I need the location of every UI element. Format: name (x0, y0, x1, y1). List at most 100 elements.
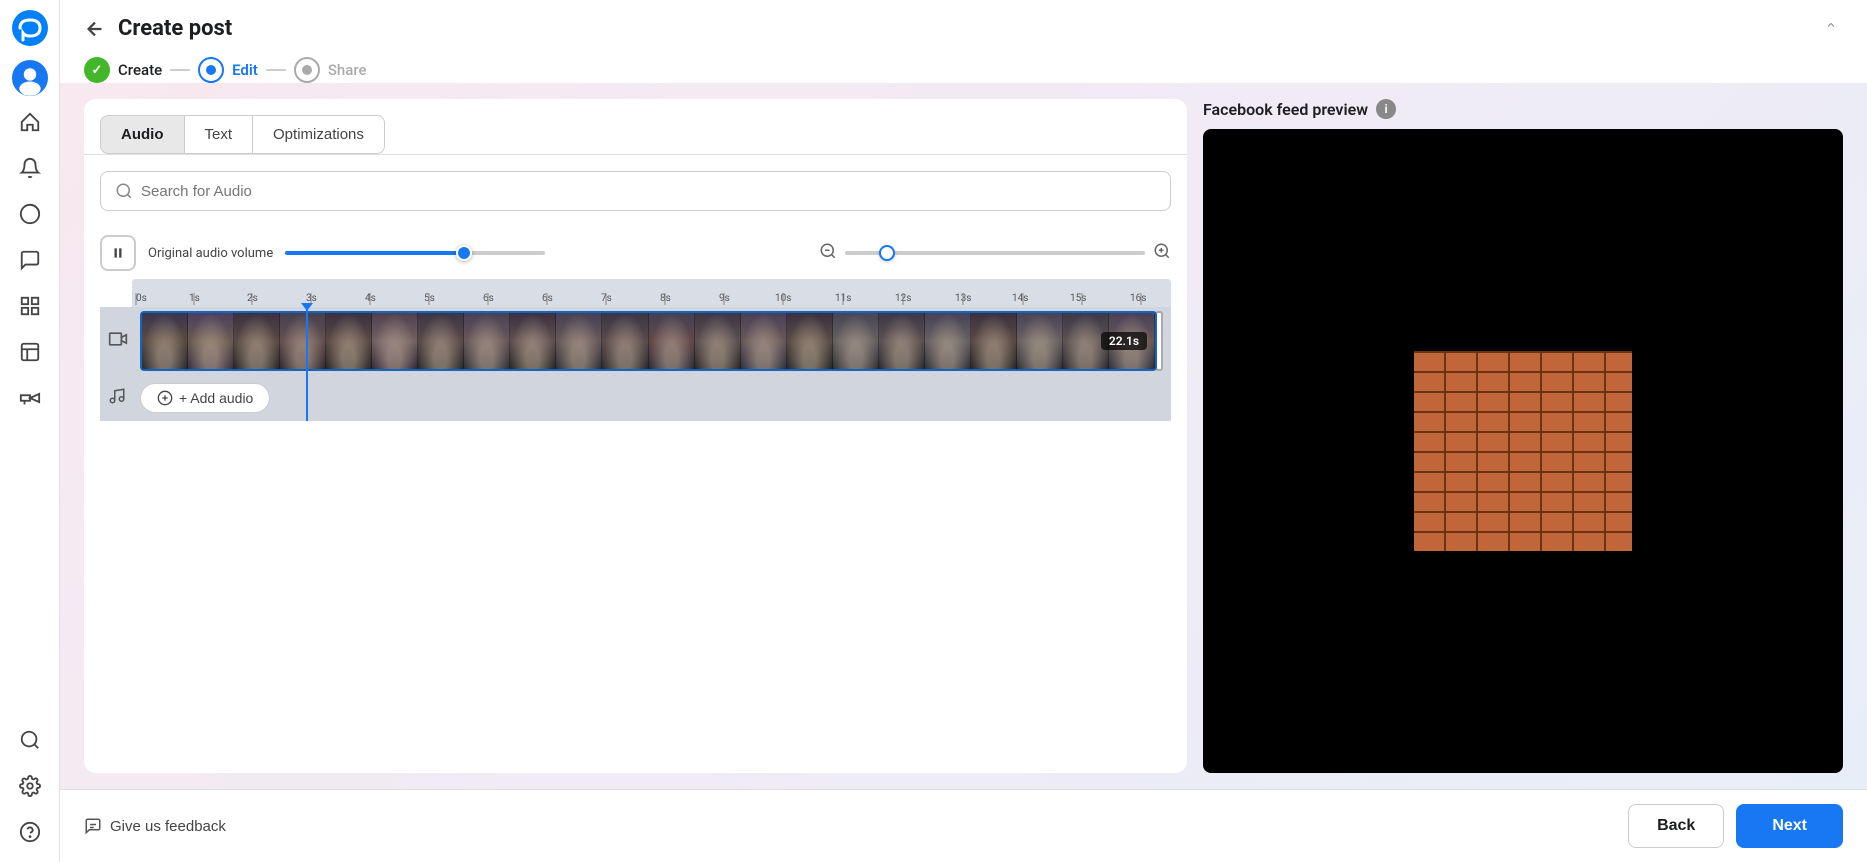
tab-optimizations[interactable]: Optimizations (253, 115, 385, 154)
next-button[interactable]: Next (1736, 804, 1843, 848)
video-frame (879, 313, 925, 369)
playhead-arrow (301, 303, 313, 311)
volume-slider-container (285, 251, 545, 255)
preview-black-left (1203, 351, 1414, 551)
steps-indicator: ✓ Create Edit Share (84, 57, 1843, 83)
zoom-slider[interactable] (845, 251, 1145, 255)
step-share[interactable]: Share (294, 57, 367, 83)
video-frame (602, 313, 648, 369)
tab-audio[interactable]: Audio (100, 115, 185, 154)
video-frame (188, 313, 234, 369)
sidebar-item-ads[interactable] (10, 332, 50, 372)
preview-video-inner (1203, 351, 1843, 551)
video-frame (695, 313, 741, 369)
video-frame (464, 313, 510, 369)
video-frame (280, 313, 326, 369)
preview-panel: Facebook feed preview i (1203, 99, 1843, 773)
step-edit-label: Edit (232, 61, 258, 79)
timeline-ruler: 0s 1s 2s 3s 4s 5s 6s (132, 279, 1171, 307)
video-frame (326, 313, 372, 369)
frame-strip (142, 313, 1155, 369)
page-title: Create post (118, 16, 232, 41)
search-input[interactable] (141, 183, 1156, 200)
step-share-label: Share (328, 61, 367, 79)
step-share-icon (294, 57, 320, 83)
volume-slider[interactable] (285, 251, 545, 255)
timeline-container: 0s 1s 2s 3s 4s 5s 6s (84, 279, 1187, 421)
step-divider-1 (170, 69, 190, 71)
zoom-in-icon[interactable] (1153, 242, 1171, 264)
editor-panel: Audio Text Optimizations Original audio … (84, 99, 1187, 773)
timeline-controls: Original audio volume (84, 227, 1187, 279)
sidebar-item-settings[interactable] (10, 766, 50, 806)
svg-text:16s: 16s (1130, 293, 1146, 304)
timeline-tracks: 22.1s + Add audio (100, 307, 1171, 421)
sidebar-item-search[interactable] (10, 720, 50, 760)
video-frame (741, 313, 787, 369)
content-area: Audio Text Optimizations Original audio … (60, 83, 1867, 789)
audio-track-row: + Add audio (100, 375, 1171, 421)
volume-label: Original audio volume (148, 246, 273, 261)
app-logo[interactable] (12, 10, 48, 46)
sidebar-item-megaphone[interactable] (10, 378, 50, 418)
search-icon (115, 182, 133, 200)
audio-track-icon (108, 387, 132, 409)
play-pause-button[interactable] (100, 235, 136, 271)
video-frame (556, 313, 602, 369)
preview-center (1414, 351, 1632, 551)
video-frame (787, 313, 833, 369)
svg-text:15s: 15s (1070, 293, 1086, 304)
video-frame (234, 313, 280, 369)
footer-actions: Back Next (1628, 804, 1843, 848)
step-create: ✓ Create (84, 57, 162, 83)
sidebar-item-home[interactable] (10, 102, 50, 142)
header: Create post ✓ Create Edit Share (60, 0, 1867, 83)
preview-title-text: Facebook feed preview (1203, 100, 1368, 119)
add-audio-label: + Add audio (179, 390, 253, 406)
back-button[interactable]: Back (1628, 804, 1724, 848)
footer: Give us feedback Back Next (60, 789, 1867, 862)
tab-text[interactable]: Text (185, 115, 254, 154)
video-frame (372, 313, 418, 369)
editor-tabs: Audio Text Optimizations (84, 99, 1187, 155)
step-edit[interactable]: Edit (198, 57, 258, 83)
video-frame (925, 313, 971, 369)
zoom-controls (819, 242, 1171, 264)
sidebar-item-help[interactable] (10, 812, 50, 852)
video-duration-badge: 22.1s (1101, 332, 1147, 350)
preview-info-icon[interactable]: i (1376, 99, 1396, 119)
ruler-svg: 0s 1s 2s 3s 4s 5s 6s (132, 279, 1171, 307)
back-arrow-button[interactable] (84, 18, 106, 40)
main-content: Create post ✓ Create Edit Share (60, 0, 1867, 862)
svg-text:0s: 0s (136, 293, 147, 304)
svg-text:14s: 14s (1012, 293, 1028, 304)
feedback-label: Give us feedback (110, 818, 226, 835)
sidebar-item-flag[interactable] (10, 194, 50, 234)
zoom-out-icon[interactable] (819, 242, 837, 264)
feedback-button[interactable]: Give us feedback (84, 817, 226, 835)
video-frame (649, 313, 695, 369)
audio-search-bar[interactable] (100, 171, 1171, 211)
video-frame (510, 313, 556, 369)
video-strip: 22.1s (140, 311, 1157, 371)
step-create-icon: ✓ (84, 57, 110, 83)
avatar[interactable] (12, 60, 48, 96)
step-divider-2 (266, 69, 286, 71)
preview-title-container: Facebook feed preview i (1203, 99, 1843, 119)
video-frame (418, 313, 464, 369)
add-audio-button[interactable]: + Add audio (140, 383, 270, 413)
preview-black-right (1632, 351, 1843, 551)
step-edit-icon (198, 57, 224, 83)
sidebar-item-pages[interactable] (10, 286, 50, 326)
video-track-icon (108, 329, 132, 353)
sidebar-item-messages[interactable] (10, 240, 50, 280)
sidebar-item-notifications[interactable] (10, 148, 50, 188)
preview-video (1203, 129, 1843, 773)
step-create-label: Create (118, 61, 162, 79)
video-frame (142, 313, 188, 369)
video-frame (1017, 313, 1063, 369)
video-frame (833, 313, 879, 369)
playhead (306, 307, 308, 421)
add-audio-icon (157, 390, 173, 406)
sidebar (0, 0, 60, 862)
